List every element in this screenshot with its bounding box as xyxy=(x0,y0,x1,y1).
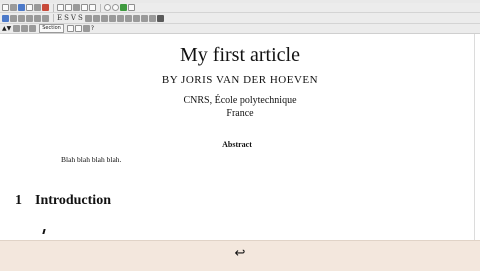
abstract-heading: Abstract xyxy=(222,140,252,149)
redo-icon[interactable] xyxy=(89,4,96,11)
verbatim-icon[interactable]: V xyxy=(71,14,76,22)
close-icon[interactable] xyxy=(42,4,49,11)
list-icon[interactable] xyxy=(116,14,124,22)
undo-icon[interactable] xyxy=(81,4,88,11)
align-left-icon[interactable] xyxy=(92,14,100,22)
forward-icon[interactable] xyxy=(112,4,119,11)
author-line: BY JORIS VAN DER HOEVEN xyxy=(161,74,319,86)
cut-icon[interactable] xyxy=(65,4,72,11)
toolbar-separator xyxy=(53,3,54,12)
new-document-icon[interactable] xyxy=(2,4,9,11)
math-mode-icon[interactable] xyxy=(10,14,17,22)
style-selector[interactable]: Section xyxy=(39,24,64,33)
style-icon[interactable] xyxy=(21,25,29,32)
move-down-icon[interactable]: ▼ xyxy=(7,25,12,33)
emphasis-icon[interactable]: E xyxy=(57,14,62,22)
open-folder-icon[interactable] xyxy=(10,4,17,11)
image-mode-icon[interactable] xyxy=(34,14,41,22)
sqrt-icon[interactable] xyxy=(148,14,156,22)
zoom-icon[interactable] xyxy=(128,4,135,11)
back-icon[interactable] xyxy=(104,4,111,11)
help-icon[interactable]: ? xyxy=(91,25,94,33)
outdent-icon[interactable] xyxy=(132,14,140,22)
affiliation-line-2: France xyxy=(226,108,254,119)
tag-icon[interactable] xyxy=(74,25,82,32)
copy-icon[interactable] xyxy=(57,4,64,11)
document-title: My first article xyxy=(180,44,300,66)
font-size-icon[interactable] xyxy=(84,14,92,22)
sans-serif-icon[interactable]: S xyxy=(78,14,83,22)
affiliation-line-1: CNRS, École polytechnique xyxy=(183,95,297,106)
strong-icon[interactable]: S xyxy=(64,14,69,22)
section-number: 1 xyxy=(15,193,22,208)
indent-icon[interactable] xyxy=(124,14,132,22)
align-center-icon[interactable] xyxy=(100,14,108,22)
toolbar-separator xyxy=(100,3,101,12)
section-title: Introduction xyxy=(35,193,111,208)
structure-icon[interactable] xyxy=(13,25,21,32)
menu-icon[interactable] xyxy=(29,25,37,32)
align-right-icon[interactable] xyxy=(108,14,116,22)
main-toolbar xyxy=(0,3,480,13)
abstract-text: Blah blah blah blah. xyxy=(61,155,122,164)
tools-icon[interactable] xyxy=(82,25,90,32)
enter-icon[interactable]: ↩ xyxy=(0,246,480,261)
mode-toolbar: E S V S xyxy=(0,13,480,24)
focus-toolbar: ▲ ▼ Section ? xyxy=(0,24,480,34)
label-icon[interactable] xyxy=(66,25,74,32)
toolbar-separator xyxy=(53,14,54,22)
link-mode-icon[interactable] xyxy=(42,14,49,22)
program-mode-icon[interactable] xyxy=(18,14,25,22)
save-icon[interactable] xyxy=(18,4,25,11)
export-icon[interactable] xyxy=(34,4,41,11)
text-mode-icon[interactable] xyxy=(2,14,9,22)
paste-icon[interactable] xyxy=(73,4,80,11)
run-icon[interactable] xyxy=(120,4,127,11)
table-mode-icon[interactable] xyxy=(26,14,33,22)
fraction-icon[interactable] xyxy=(140,14,148,22)
print-icon[interactable] xyxy=(26,4,33,11)
symbol-icon[interactable] xyxy=(156,14,164,22)
